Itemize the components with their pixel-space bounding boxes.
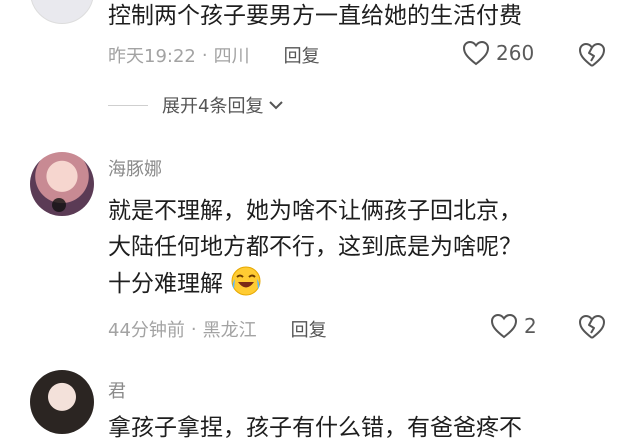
expand-replies-button[interactable]: 展开4条回复 (108, 92, 285, 118)
like-button[interactable]: 2 (490, 313, 537, 339)
divider-line (108, 104, 148, 106)
avatar[interactable] (30, 152, 94, 216)
username[interactable]: 君 (108, 377, 126, 403)
broken-heart-icon[interactable] (578, 42, 606, 68)
comment-location: 四川 (213, 46, 250, 67)
tiktok-badge-icon (52, 198, 66, 212)
meta-separator: · (201, 44, 208, 66)
expand-replies-label: 展开4条回复 (162, 96, 264, 117)
comment-time: 昨天19:22 (108, 46, 196, 67)
comment-text-line: 大陆任何地方都不行，这到底是为啥呢？ (108, 234, 522, 260)
broken-heart-icon[interactable] (578, 314, 606, 340)
comment-time: 44分钟前 (108, 320, 185, 341)
heart-icon (490, 313, 518, 339)
like-button[interactable]: 260 (462, 40, 534, 66)
comment-location: 黑龙江 (202, 320, 257, 341)
avatar[interactable] (30, 370, 94, 434)
like-count: 2 (524, 314, 537, 338)
chevron-down-icon (269, 101, 284, 110)
reply-button[interactable]: 回复 (291, 316, 327, 342)
comment-text-line: 就是不理解，她为啥不让俩孩子回北京， (108, 198, 522, 224)
comment-text-line: 十分难理解 (108, 271, 223, 297)
like-count: 260 (496, 41, 535, 65)
comment-text-line-with-emoji: 十分难理解 (108, 265, 262, 302)
comment-text: 控制两个孩子要男方一直给她的生活付费 (108, 3, 522, 29)
meta-separator: · (190, 318, 197, 340)
username[interactable]: 海豚娜 (108, 155, 162, 181)
heart-icon (462, 40, 490, 66)
laugh-cry-emoji (231, 266, 261, 296)
reply-button[interactable]: 回复 (284, 42, 320, 68)
avatar[interactable] (30, 0, 94, 24)
comment-text-line: 拿孩子拿捏，孩子有什么错，有爸爸疼不 (108, 415, 522, 441)
comment-meta: 昨天19:22 · 四川 回复 (108, 42, 320, 68)
comment-meta: 44分钟前 · 黑龙江 回复 (108, 316, 327, 342)
